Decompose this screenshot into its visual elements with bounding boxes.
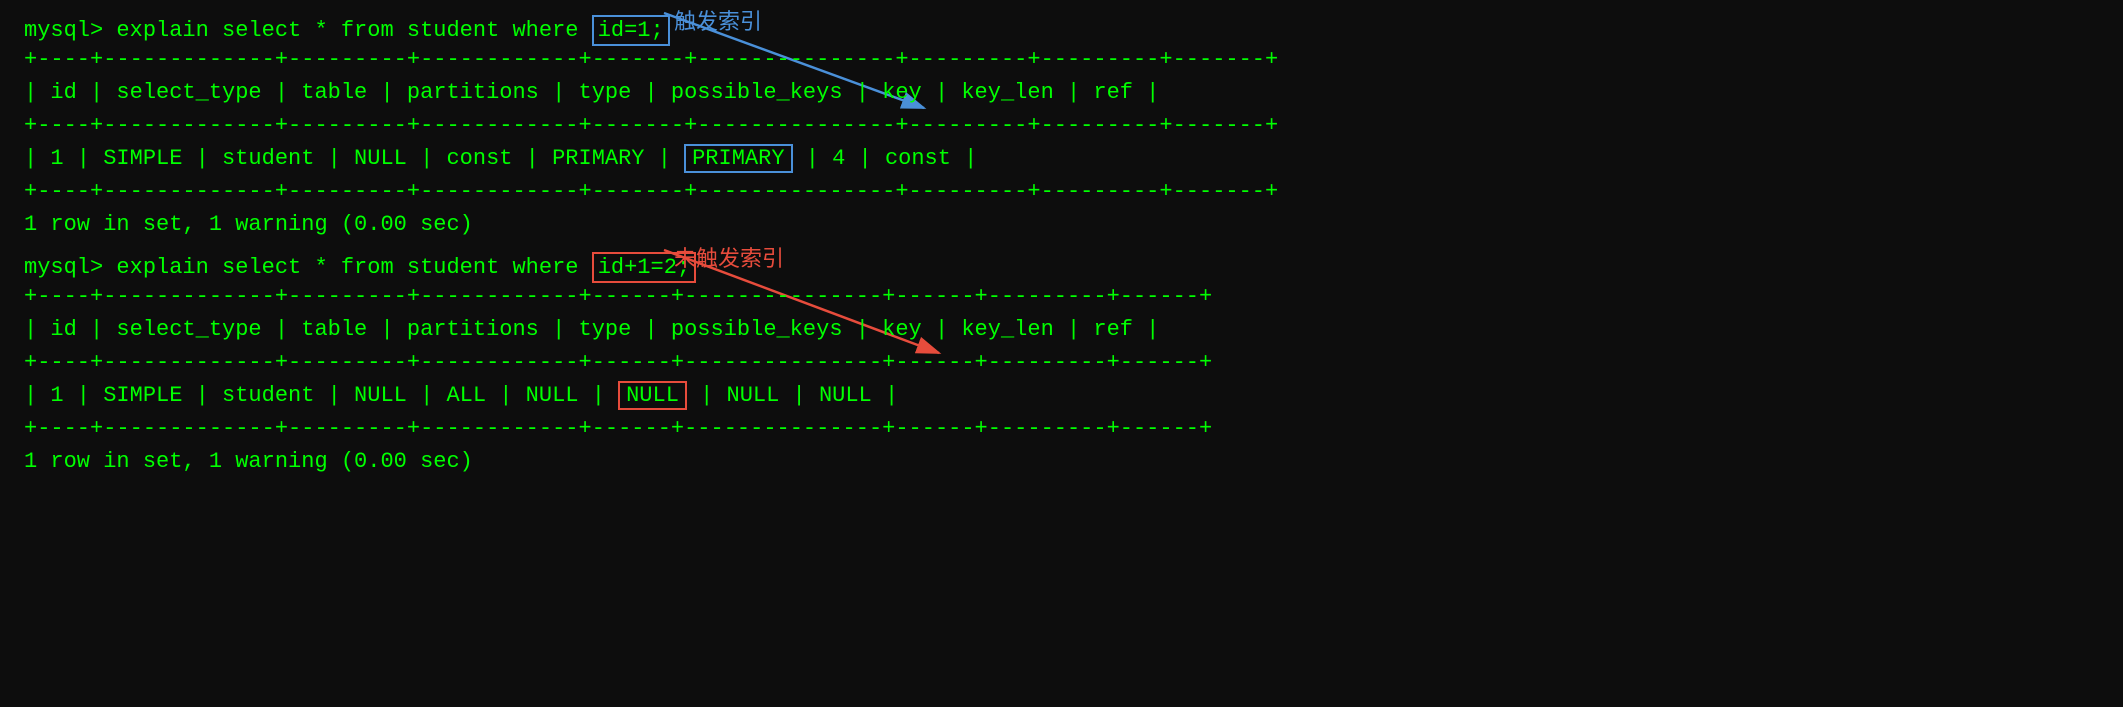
key-value-blue: PRIMARY [684,144,792,173]
data-post-key-2: | NULL | NULL | [687,383,898,408]
data-pre-key-2: | 1 | SIMPLE | student | NULL | ALL | NU… [24,383,618,408]
separator-top-1: +----+-------------+---------+----------… [24,43,2099,76]
annotation-text-1: 触发索引 [674,4,762,36]
status-1: 1 row in set, 1 warning (0.00 sec) [24,212,2099,237]
prompt-text-2: mysql> explain select * from student whe… [24,255,592,280]
prompt-line-1: mysql> explain select * from student whe… [24,18,2099,43]
data-pre-key-1: | 1 | SIMPLE | student | NULL | const | … [24,146,684,171]
table-1: +----+-------------+---------+----------… [24,43,2099,208]
header-1: | id | select_type | table | partitions … [24,76,2099,109]
header-2: | id | select_type | table | partitions … [24,313,2099,346]
section-1: mysql> explain select * from student whe… [24,18,2099,237]
separator-bot-1: +----+-------------+---------+----------… [24,175,2099,208]
data-post-key-1: | 4 | const | [793,146,978,171]
data-row-1: | 1 | SIMPLE | student | NULL | const | … [24,142,2099,175]
separator-mid-1: +----+-------------+---------+----------… [24,109,2099,142]
data-row-2: | 1 | SIMPLE | student | NULL | ALL | NU… [24,379,2099,412]
separator-mid-2: +----+-------------+---------+----------… [24,346,2099,379]
table-2: +----+-------------+---------+----------… [24,280,2099,445]
status-2: 1 row in set, 1 warning (0.00 sec) [24,449,2099,474]
key-value-red: NULL [618,381,687,410]
annotation-text-2: 未触发索引 [674,241,784,273]
separator-bot-2: +----+-------------+---------+----------… [24,412,2099,445]
prompt-text-1: mysql> explain select * from student whe… [24,18,592,43]
prompt-line-2: mysql> explain select * from student whe… [24,255,2099,280]
separator-top-2: +----+-------------+---------+----------… [24,280,2099,313]
section-2: mysql> explain select * from student whe… [24,255,2099,474]
